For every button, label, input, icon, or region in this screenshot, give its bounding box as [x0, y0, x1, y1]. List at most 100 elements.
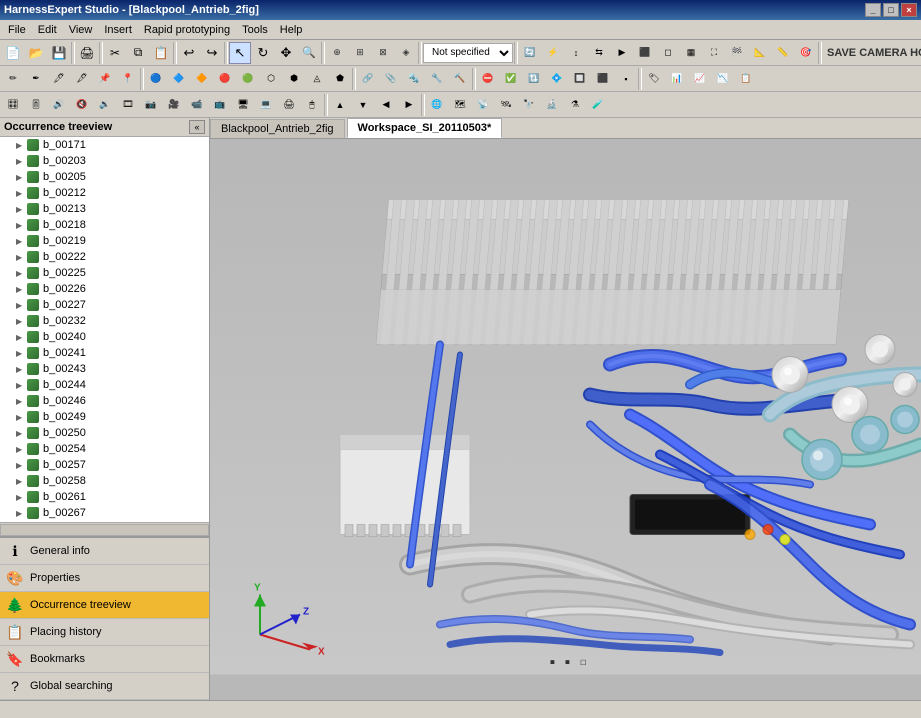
tb2-btn-l[interactable]: ⬡	[260, 68, 282, 90]
tb3-btn-s[interactable]: 🌐	[426, 94, 448, 116]
tree-item[interactable]: ▶b_00225	[0, 265, 209, 281]
tb3-btn-h[interactable]: 🎥	[163, 94, 185, 116]
tree-item[interactable]: ▶b_00226	[0, 281, 209, 297]
tb2-btn-i[interactable]: 🔶	[191, 68, 213, 90]
tree-item[interactable]: ▶b_00213	[0, 201, 209, 217]
minimize-button[interactable]: _	[865, 3, 881, 17]
tb-btn-q[interactable]: 🎯	[795, 42, 817, 64]
tree-item[interactable]: ▶b_00205	[0, 169, 209, 185]
tb-btn-n[interactable]: 🏁	[726, 42, 748, 64]
tb3-btn-x[interactable]: 🔬	[541, 94, 563, 116]
tb3-btn-j[interactable]: 📺	[209, 94, 231, 116]
tb2-btn-c[interactable]: 🖊	[48, 68, 70, 90]
tb3-btn-g[interactable]: 📷	[140, 94, 162, 116]
tb-btn-c[interactable]: ⊠	[372, 42, 394, 64]
tree-hscroll[interactable]	[0, 522, 209, 536]
tb-btn-b[interactable]: ⊞	[349, 42, 371, 64]
close-button[interactable]: ×	[901, 3, 917, 17]
pan-button[interactable]	[275, 42, 297, 64]
tb2-btn-bb[interactable]: 🏷	[643, 68, 665, 90]
tree-item[interactable]: ▶b_00249	[0, 409, 209, 425]
tb2-btn-ee[interactable]: 📉	[712, 68, 734, 90]
tab-blackpool-antrieb[interactable]: Blackpool_Antrieb_2fig	[210, 119, 345, 138]
tree-item[interactable]: ▶b_00219	[0, 233, 209, 249]
tb2-btn-r[interactable]: 🔩	[403, 68, 425, 90]
menu-view[interactable]: View	[63, 22, 99, 38]
tb3-btn-v[interactable]: 🛰	[495, 94, 517, 116]
nav-item-general-info[interactable]: ℹGeneral info	[0, 538, 209, 565]
tb-btn-h[interactable]: ⇆	[588, 42, 610, 64]
maximize-button[interactable]: □	[883, 3, 899, 17]
tb2-btn-q[interactable]: 📎	[380, 68, 402, 90]
paste-button[interactable]	[150, 42, 172, 64]
nav-item-bookmarks[interactable]: 🔖Bookmarks	[0, 646, 209, 673]
cursor-button[interactable]	[229, 42, 251, 64]
nav-item-properties[interactable]: 🎨Properties	[0, 565, 209, 592]
tb3-btn-k[interactable]: 🖥	[232, 94, 254, 116]
open-button[interactable]	[25, 42, 47, 64]
tree-item[interactable]: ▶b_00222	[0, 249, 209, 265]
save-button[interactable]	[48, 42, 70, 64]
tree-item[interactable]: ▶b_00232	[0, 313, 209, 329]
tb2-btn-dd[interactable]: 📈	[689, 68, 711, 90]
tb2-btn-k[interactable]: 🟢	[237, 68, 259, 90]
tree-item[interactable]: ▶b_00218	[0, 217, 209, 233]
tb3-btn-i[interactable]: 📹	[186, 94, 208, 116]
tb3-btn-r[interactable]: ▶	[398, 94, 420, 116]
specification-dropdown[interactable]: Not specified	[423, 43, 513, 63]
tb2-btn-o[interactable]: ⬟	[329, 68, 351, 90]
tb3-btn-b[interactable]: 🎚	[25, 94, 47, 116]
new-button[interactable]	[2, 42, 24, 64]
tb-btn-f[interactable]: ⚡	[542, 42, 564, 64]
menu-help[interactable]: Help	[274, 22, 309, 38]
tb2-btn-f[interactable]: 📍	[117, 68, 139, 90]
tb-btn-a[interactable]: ⊕	[326, 42, 348, 64]
tb3-btn-p[interactable]: ▼	[352, 94, 374, 116]
tree-item[interactable]: ▶b_00258	[0, 473, 209, 489]
tb3-btn-n[interactable]: 🖱	[301, 94, 323, 116]
tb3-btn-f[interactable]: 🎞	[117, 94, 139, 116]
menu-rapid-prototyping[interactable]: Rapid prototyping	[138, 22, 236, 38]
nav-item-placing-history[interactable]: 📋Placing history	[0, 619, 209, 646]
tree-item[interactable]: ▶b_00203	[0, 153, 209, 169]
copy-button[interactable]	[127, 42, 149, 64]
tb2-btn-y[interactable]: 🔲	[569, 68, 591, 90]
tb2-btn-j[interactable]: 🔴	[214, 68, 236, 90]
tree-item[interactable]: ▶b_00257	[0, 457, 209, 473]
tb2-btn-n[interactable]: ◬	[306, 68, 328, 90]
cut-button[interactable]	[104, 42, 126, 64]
print-button[interactable]	[76, 42, 98, 64]
tb2-btn-cc[interactable]: 📊	[666, 68, 688, 90]
menu-edit[interactable]: Edit	[32, 22, 63, 38]
tb2-btn-g[interactable]: 🔵	[145, 68, 167, 90]
tb-btn-d[interactable]: ◈	[395, 42, 417, 64]
tree-item[interactable]: ▶b_00254	[0, 441, 209, 457]
tb3-btn-u[interactable]: 📡	[472, 94, 494, 116]
undo-button[interactable]	[178, 42, 200, 64]
tree-item[interactable]: ▶b_00240	[0, 329, 209, 345]
tree-item[interactable]: ▶b_00250	[0, 425, 209, 441]
nav-item-global-searching[interactable]: ?Global searching	[0, 673, 209, 700]
tree-item[interactable]: ▶b_00267	[0, 505, 209, 521]
tb2-btn-e[interactable]: 📌	[94, 68, 116, 90]
tb2-btn-w[interactable]: 🔃	[523, 68, 545, 90]
tree-item[interactable]: ▶b_00243	[0, 361, 209, 377]
tree-item[interactable]: ▶b_00244	[0, 377, 209, 393]
rotate-button[interactable]	[252, 42, 274, 64]
tree-item[interactable]: ▶b_00171	[0, 137, 209, 153]
tb3-btn-a[interactable]: 🎛	[2, 94, 24, 116]
menu-tools[interactable]: Tools	[236, 22, 274, 38]
tb3-btn-q[interactable]: ◀	[375, 94, 397, 116]
tb-btn-g[interactable]: ↕	[565, 42, 587, 64]
tab-workspace-si[interactable]: Workspace_SI_20110503*	[347, 118, 503, 138]
tb2-btn-h[interactable]: 🔷	[168, 68, 190, 90]
nav-item-occurrence-treeview[interactable]: 🌲Occurrence treeview	[0, 592, 209, 619]
tb2-btn-s[interactable]: 🔧	[426, 68, 448, 90]
redo-button[interactable]	[201, 42, 223, 64]
tb-btn-p[interactable]: 📏	[772, 42, 794, 64]
tb2-btn-t[interactable]: 🔨	[449, 68, 471, 90]
tb3-btn-e[interactable]: 🔉	[94, 94, 116, 116]
3d-viewport[interactable]: X Y Z ■ ■ ◻	[210, 139, 921, 700]
tb-btn-i[interactable]: ▶	[611, 42, 633, 64]
tb-btn-l[interactable]: ▦	[680, 42, 702, 64]
